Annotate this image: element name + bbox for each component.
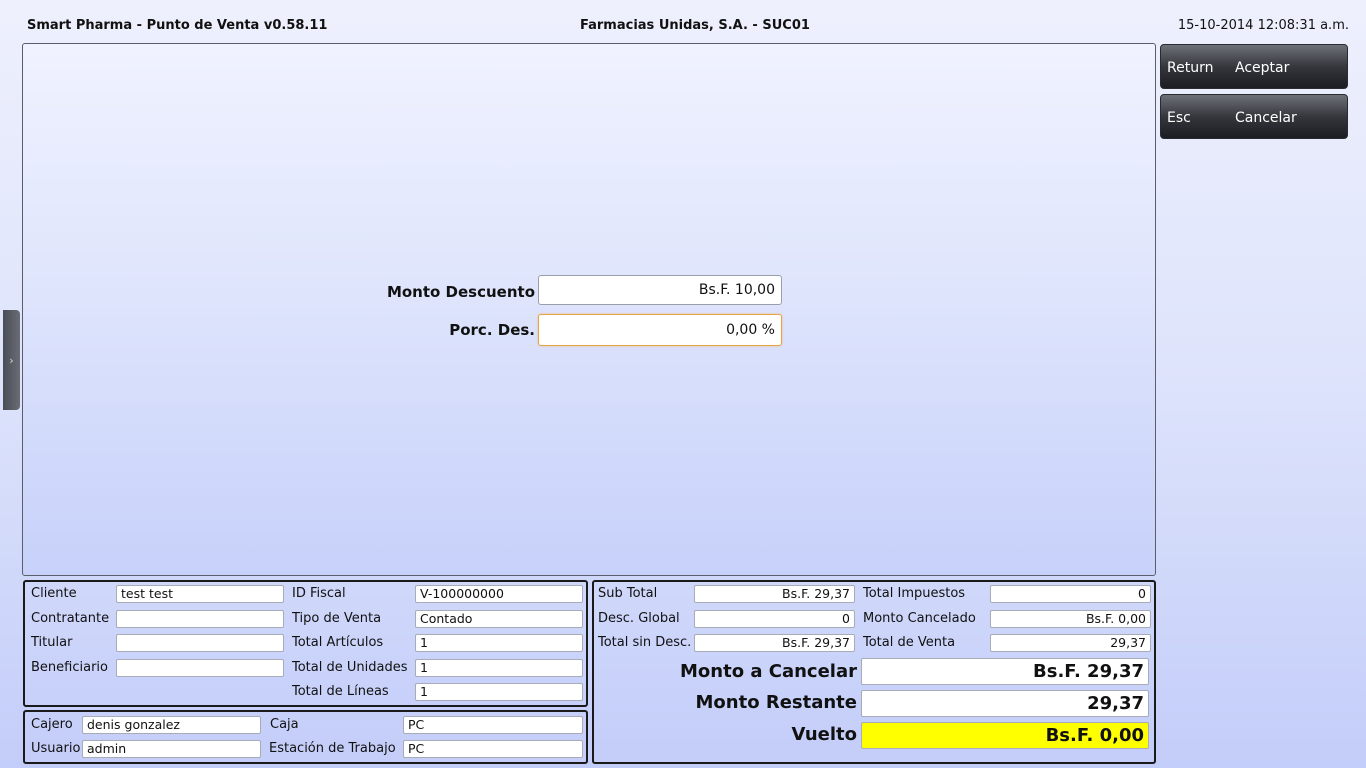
total-impuestos-label: Total Impuestos — [863, 586, 966, 601]
contratante-field[interactable] — [116, 610, 284, 628]
total-impuestos-field: 0 — [990, 585, 1151, 603]
usuario-field[interactable]: admin — [82, 740, 261, 758]
porc-des-input[interactable] — [538, 314, 782, 346]
monto-restante-field: 29,37 — [861, 690, 1149, 717]
titular-field[interactable] — [116, 634, 284, 652]
aceptar-button[interactable]: Return Aceptar — [1160, 44, 1348, 89]
desc-global-field: 0 — [694, 610, 855, 628]
cancelar-button[interactable]: Esc Cancelar — [1160, 94, 1348, 139]
total-sin-desc-label: Total sin Desc. — [598, 635, 692, 650]
total-lineas-label: Total de Líneas — [292, 684, 389, 699]
desc-global-label: Desc. Global — [598, 611, 680, 626]
porc-des-label: Porc. Des. — [449, 321, 535, 339]
monto-restante-label: Monto Restante — [695, 692, 858, 713]
total-articulos-label: Total Artículos — [292, 635, 384, 650]
main-panel: Monto Descuento Porc. Des. — [22, 43, 1156, 576]
aceptar-label: Aceptar — [1235, 60, 1290, 76]
cajero-label: Cajero — [31, 717, 73, 732]
usuario-label: Usuario — [31, 741, 81, 756]
id-fiscal-field[interactable]: V-100000000 — [415, 585, 583, 603]
beneficiario-field[interactable] — [116, 659, 284, 677]
caja-label: Caja — [270, 717, 299, 732]
monto-descuento-input[interactable] — [538, 275, 782, 305]
monto-cancelado-field: Bs.F. 0,00 — [990, 610, 1151, 628]
cancelar-key-hint: Esc — [1167, 110, 1191, 126]
total-articulos-field[interactable]: 1 — [415, 634, 583, 652]
tipo-venta-label: Tipo de Venta — [292, 611, 382, 626]
datetime: 15-10-2014 12:08:31 a.m. — [1177, 18, 1349, 33]
total-unidades-field[interactable]: 1 — [415, 659, 583, 677]
cancelar-label: Cancelar — [1235, 110, 1297, 126]
cajero-field[interactable]: denis gonzalez — [82, 716, 261, 734]
vuelto-field: Bs.F. 0,00 — [861, 722, 1149, 749]
total-sin-desc-field: Bs.F. 29,37 — [694, 634, 855, 652]
tipo-venta-field[interactable]: Contado — [415, 610, 583, 628]
sub-total-label: Sub Total — [598, 586, 658, 601]
company-branch: Farmacias Unidas, S.A. - SUC01 — [580, 18, 810, 33]
cliente-field[interactable]: test test — [116, 585, 284, 603]
contratante-label: Contratante — [31, 611, 110, 626]
estacion-label: Estación de Trabajo — [269, 741, 396, 756]
sub-total-field: Bs.F. 29,37 — [694, 585, 855, 603]
vuelto-label: Vuelto — [791, 724, 857, 745]
total-venta-label: Total de Venta — [863, 635, 956, 650]
titular-label: Titular — [31, 635, 73, 650]
side-expand-tab[interactable]: › — [3, 310, 20, 410]
app-title: Smart Pharma - Punto de Venta v0.58.11 — [27, 18, 328, 33]
monto-descuento-label: Monto Descuento — [386, 283, 535, 301]
chevron-right-icon: › — [9, 353, 14, 367]
monto-a-cancelar-label: Monto a Cancelar — [680, 661, 857, 682]
aceptar-key-hint: Return — [1167, 60, 1214, 76]
cliente-label: Cliente — [31, 586, 77, 601]
beneficiario-label: Beneficiario — [31, 660, 108, 675]
estacion-field[interactable]: PC — [403, 740, 583, 758]
monto-cancelado-label: Monto Cancelado — [863, 611, 976, 626]
monto-a-cancelar-field: Bs.F. 29,37 — [861, 658, 1149, 685]
caja-field[interactable]: PC — [403, 716, 583, 734]
total-unidades-label: Total de Unidades — [292, 660, 408, 675]
id-fiscal-label: ID Fiscal — [292, 586, 346, 601]
total-venta-field: 29,37 — [990, 634, 1151, 652]
total-lineas-field[interactable]: 1 — [415, 683, 583, 701]
